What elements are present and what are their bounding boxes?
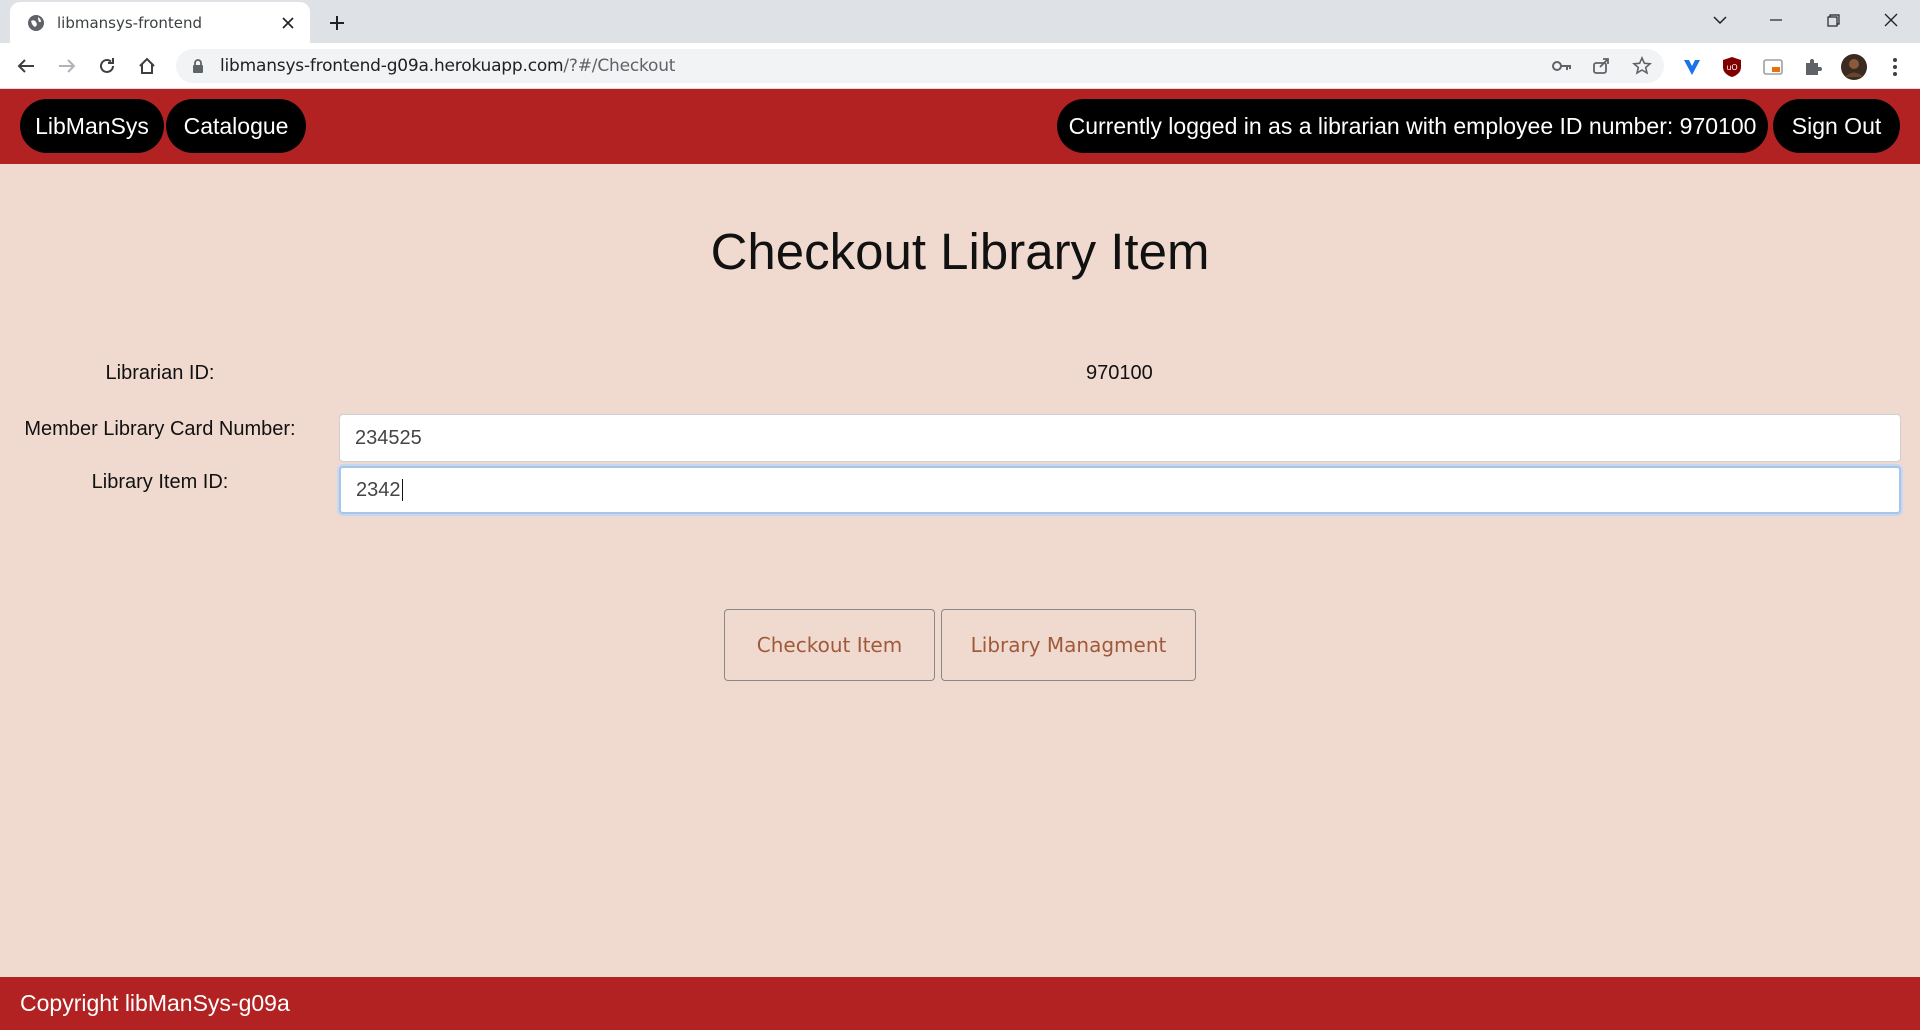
member-card-input[interactable]: 234525 xyxy=(339,414,1901,462)
app-header: LibManSys Catalogue Currently logged in … xyxy=(0,89,1920,164)
profile-avatar[interactable] xyxy=(1840,53,1868,81)
member-card-label: Member Library Card Number: xyxy=(24,418,296,440)
globe-icon xyxy=(26,13,45,32)
tab-title: libmansys-frontend xyxy=(57,13,203,32)
close-tab-icon[interactable] xyxy=(276,11,300,35)
restore-icon[interactable] xyxy=(1808,4,1858,36)
page-title: Checkout Library Item xyxy=(710,223,1210,280)
item-id-label: Library Item ID: xyxy=(91,471,229,493)
item-id-value: 2342 xyxy=(356,478,401,501)
item-id-input[interactable]: 2342 xyxy=(339,466,1901,514)
close-window-icon[interactable] xyxy=(1866,4,1916,36)
key-icon[interactable] xyxy=(1551,55,1573,77)
url-path: /?#/Checkout xyxy=(563,56,676,76)
logged-in-status: Currently logged in as a librarian with … xyxy=(1057,99,1768,153)
new-tab-icon[interactable] xyxy=(322,8,352,38)
share-icon[interactable] xyxy=(1590,55,1612,77)
brand-button[interactable]: LibManSys xyxy=(20,99,164,153)
tab-search-chevron-icon[interactable] xyxy=(1695,4,1745,36)
forward-arrow-icon[interactable] xyxy=(51,50,83,82)
checkout-item-button[interactable]: Checkout Item xyxy=(724,609,935,681)
library-management-button[interactable]: Library Managment xyxy=(941,609,1196,681)
extensions-puzzle-icon[interactable] xyxy=(1801,55,1825,79)
lock-icon[interactable] xyxy=(190,58,206,74)
browser-menu-icon[interactable] xyxy=(1883,55,1907,79)
url-host: libmansys-frontend-g09a.herokuapp.com xyxy=(220,56,564,76)
cast-icon[interactable] xyxy=(1761,55,1785,79)
extension-blue-icon[interactable] xyxy=(1680,55,1704,79)
bookmark-star-icon[interactable] xyxy=(1631,55,1653,77)
minimize-icon[interactable] xyxy=(1751,4,1801,36)
catalogue-button[interactable]: Catalogue xyxy=(166,99,306,153)
browser-tab[interactable]: libmansys-frontend xyxy=(10,2,310,43)
ublock-icon[interactable]: uO xyxy=(1720,55,1744,79)
reload-icon[interactable] xyxy=(91,50,123,82)
url-text: libmansys-frontend-g09a.herokuapp.com/?#… xyxy=(220,56,675,76)
copyright-text: Copyright libManSys-g09a xyxy=(20,990,290,1016)
address-bar[interactable]: libmansys-frontend-g09a.herokuapp.com/?#… xyxy=(176,49,1664,83)
librarian-id-label: Librarian ID: xyxy=(105,362,215,384)
librarian-id-value: 970100 xyxy=(1086,362,1153,384)
home-icon[interactable] xyxy=(131,50,163,82)
browser-toolbar: libmansys-frontend-g09a.herokuapp.com/?#… xyxy=(0,43,1920,89)
svg-text:uO: uO xyxy=(1726,63,1737,72)
back-arrow-icon[interactable] xyxy=(10,50,42,82)
page-footer: Copyright libManSys-g09a xyxy=(0,977,1920,1030)
text-caret xyxy=(401,479,403,501)
member-card-value: 234525 xyxy=(355,426,422,449)
sign-out-button[interactable]: Sign Out xyxy=(1773,99,1900,153)
browser-tab-strip: libmansys-frontend xyxy=(0,0,1920,43)
